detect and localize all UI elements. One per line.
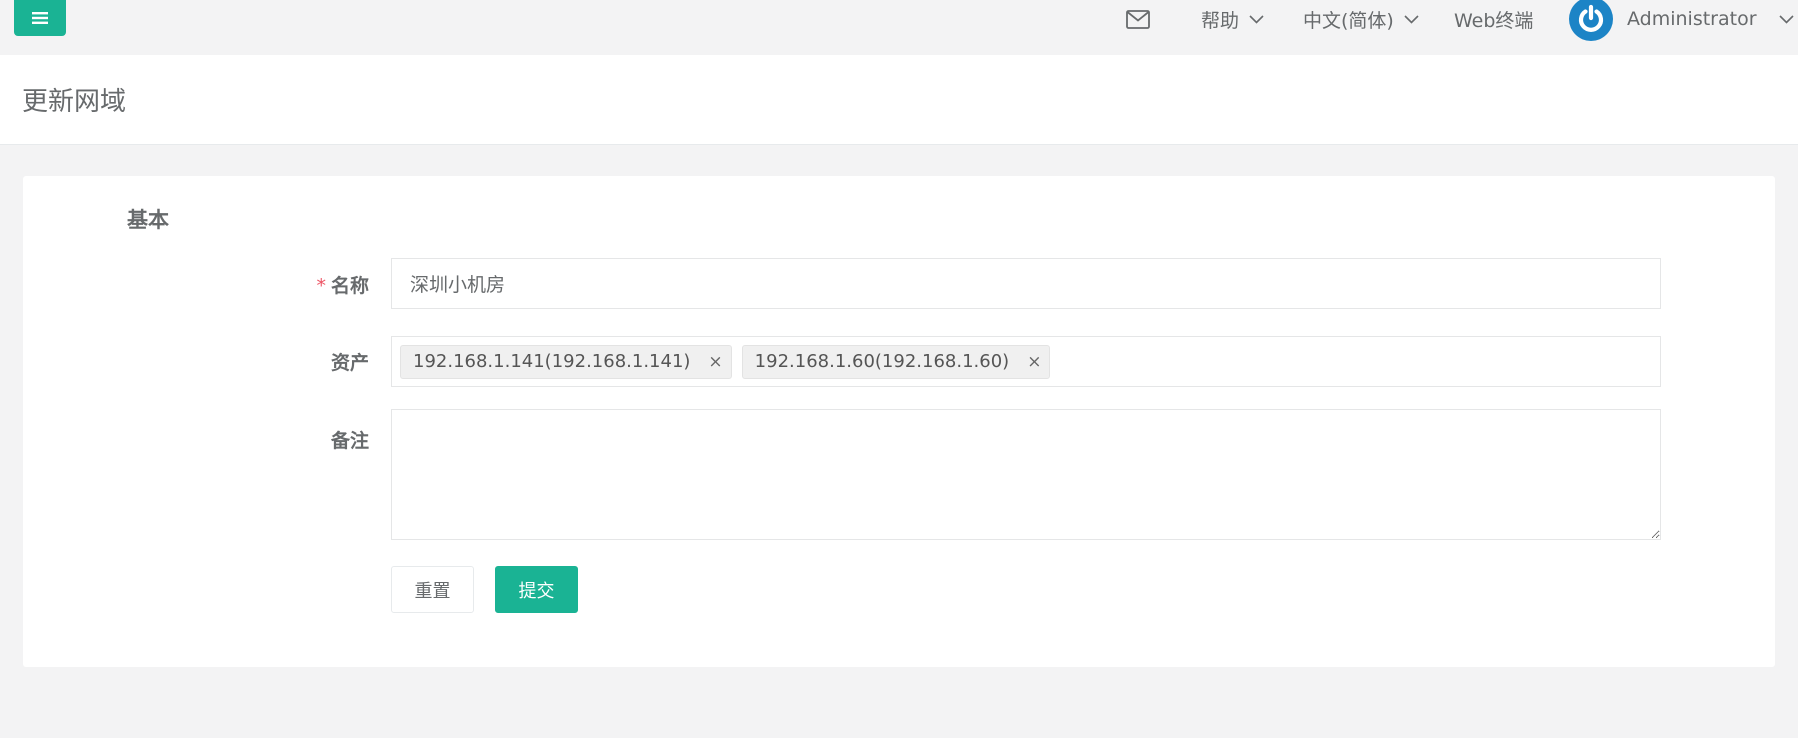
hamburger-icon: [32, 12, 48, 24]
name-label-text: 名称: [330, 275, 369, 297]
web-terminal-link[interactable]: Web终端: [1454, 0, 1533, 38]
reset-button[interactable]: 重置: [391, 566, 474, 613]
page-heading: 更新网域: [0, 55, 1798, 145]
top-navbar: 帮助 中文(简体) Web终端 Administrator: [0, 0, 1798, 55]
language-menu-label: 中文(简体): [1303, 9, 1394, 32]
chevron-down-icon: [1778, 14, 1794, 24]
asset-tag-label: 192.168.1.141(192.168.1.141): [413, 351, 691, 372]
help-menu-label: 帮助: [1201, 9, 1240, 32]
messages-link[interactable]: [1126, 0, 1150, 38]
asset-tag: 192.168.1.60(192.168.1.60) ×: [741, 344, 1051, 379]
form-card: 基本 *名称 资产 192.168.1.141(192.168.1.141) ×…: [23, 176, 1775, 667]
remarks-textarea[interactable]: [391, 409, 1661, 540]
sidebar-toggle-button[interactable]: [14, 0, 66, 36]
assets-select[interactable]: 192.168.1.141(192.168.1.141) × 192.168.1…: [391, 336, 1661, 387]
section-title: 基本: [127, 208, 169, 232]
submit-button[interactable]: 提交: [495, 566, 578, 613]
remove-tag-icon[interactable]: ×: [708, 352, 722, 372]
page-title: 更新网域: [22, 87, 127, 117]
language-menu[interactable]: 中文(简体): [1303, 0, 1419, 38]
asset-tag-label: 192.168.1.60(192.168.1.60): [754, 351, 1010, 372]
asset-tag: 192.168.1.141(192.168.1.141) ×: [400, 344, 732, 379]
name-label: * 名称: [316, 271, 369, 298]
power-logo-icon: [1578, 4, 1604, 32]
avatar: [1569, 0, 1613, 41]
help-menu[interactable]: 帮助: [1201, 0, 1264, 38]
chevron-down-icon: [1404, 14, 1419, 24]
envelope-icon: [1126, 9, 1150, 29]
user-menu[interactable]: Administrator: [1569, 0, 1794, 41]
remove-tag-icon[interactable]: ×: [1027, 352, 1041, 372]
chevron-down-icon: [1249, 14, 1264, 24]
web-terminal-label: Web终端: [1454, 9, 1534, 32]
required-marker: *: [316, 275, 326, 297]
assets-label: 资产: [330, 352, 369, 374]
user-name-label: Administrator: [1627, 8, 1757, 30]
name-input[interactable]: [391, 258, 1661, 309]
remarks-label: 备注: [330, 430, 369, 452]
